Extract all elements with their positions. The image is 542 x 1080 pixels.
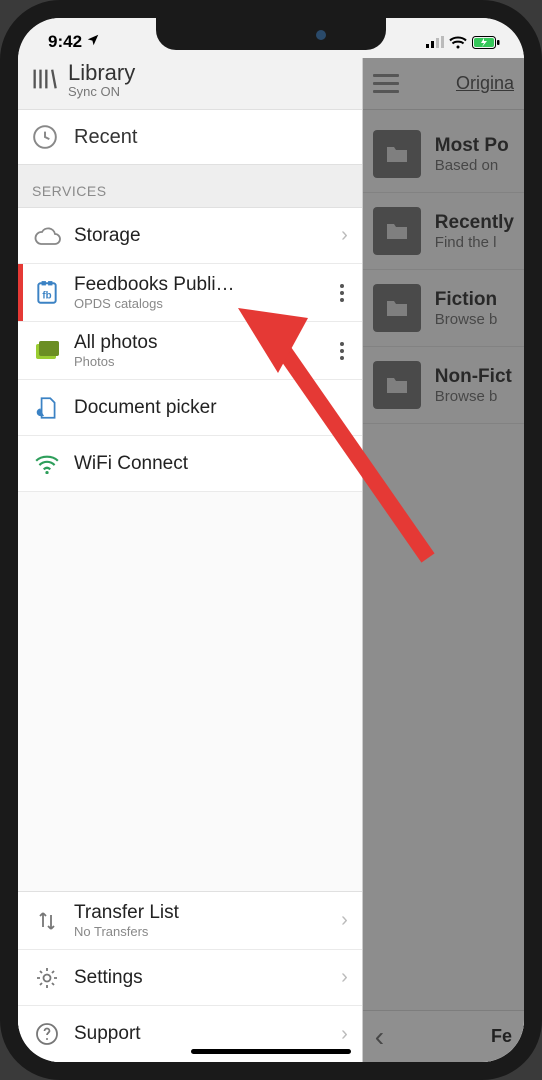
- category-list: Most PoBased on RecentlyFind the l Ficti…: [363, 110, 524, 424]
- header-link[interactable]: Origina: [456, 73, 514, 94]
- document-cloud-icon: [32, 395, 62, 421]
- category-item[interactable]: Non-FictBrowse b: [363, 347, 524, 424]
- main-content-pane: Origina Most PoBased on RecentlyFind the…: [363, 58, 524, 1062]
- cat-sub: Browse b: [435, 311, 498, 328]
- wifi-connect-icon: [32, 454, 62, 474]
- cat-sub: Find the l: [435, 234, 514, 251]
- service-document-picker[interactable]: Document picker: [18, 380, 362, 436]
- settings-label: Settings: [74, 967, 325, 989]
- app-logo-icon: [30, 65, 58, 98]
- storage-label: Storage: [74, 225, 325, 247]
- library-title: Library: [68, 62, 135, 84]
- photos-label: All photos: [74, 332, 320, 354]
- chevron-right-icon: ›: [337, 909, 352, 932]
- cloud-icon: [32, 226, 62, 246]
- feedbooks-label: Feedbooks Publi…: [74, 274, 320, 296]
- transfer-sub: No Transfers: [74, 924, 325, 939]
- wifi-label: WiFi Connect: [74, 453, 352, 475]
- home-indicator[interactable]: [191, 1049, 351, 1054]
- main-footer: ‹ Fe: [363, 1010, 524, 1062]
- chevron-right-icon: ›: [337, 1023, 352, 1046]
- service-photos[interactable]: All photos Photos: [18, 322, 362, 380]
- battery-icon: [472, 36, 500, 49]
- location-icon: [86, 32, 100, 52]
- cat-sub: Based on: [435, 157, 509, 174]
- sidebar: Library Sync ON Recent SERVICES Storage …: [18, 58, 363, 1062]
- chevron-right-icon: ›: [337, 966, 352, 989]
- transfer-icon: [32, 909, 62, 933]
- service-feedbooks[interactable]: fb Feedbooks Publi… OPDS catalogs: [18, 264, 362, 322]
- feedbooks-icon: fb: [32, 280, 62, 306]
- service-storage[interactable]: Storage ›: [18, 208, 362, 264]
- clock-icon: [30, 124, 60, 150]
- category-item[interactable]: RecentlyFind the l: [363, 193, 524, 270]
- category-item[interactable]: FictionBrowse b: [363, 270, 524, 347]
- sidebar-bottom: Transfer List No Transfers › Settings ›: [18, 891, 362, 1062]
- support-label: Support: [74, 1023, 325, 1045]
- recent-label: Recent: [74, 126, 137, 149]
- cat-title: Non-Fict: [435, 366, 512, 388]
- folder-icon: [373, 207, 421, 255]
- services-section-header: SERVICES: [18, 165, 362, 207]
- sidebar-spacer: [18, 492, 362, 891]
- settings-row[interactable]: Settings ›: [18, 950, 362, 1006]
- cellular-signal-icon: [426, 36, 444, 48]
- cat-title: Recently: [435, 212, 514, 234]
- cat-title: Fiction: [435, 289, 498, 311]
- notch: [156, 18, 386, 50]
- hamburger-menu-icon[interactable]: [373, 74, 399, 93]
- cat-sub: Browse b: [435, 388, 512, 405]
- folder-icon: [373, 130, 421, 178]
- wifi-icon: [449, 36, 467, 49]
- transfer-label: Transfer List: [74, 902, 325, 924]
- main-header: Origina: [363, 58, 524, 110]
- photos-folder-icon: [32, 340, 62, 362]
- svg-text:fb: fb: [42, 290, 51, 301]
- recent-row[interactable]: Recent: [18, 109, 362, 165]
- phone-frame: 9:42 Library: [0, 0, 542, 1080]
- feedbooks-sub: OPDS catalogs: [74, 296, 320, 311]
- help-icon: [32, 1022, 62, 1046]
- transfer-list-row[interactable]: Transfer List No Transfers ›: [18, 891, 362, 950]
- back-button[interactable]: ‹: [375, 1021, 384, 1053]
- services-list: Storage › fb Feedbooks Publi… OPDS catal…: [18, 207, 362, 492]
- highlight-marker: [18, 264, 23, 321]
- folder-icon: [373, 361, 421, 409]
- status-time: 9:42: [48, 32, 82, 52]
- gear-icon: [32, 966, 62, 990]
- library-sync-status: Sync ON: [68, 84, 135, 99]
- library-header[interactable]: Library Sync ON: [18, 58, 362, 109]
- more-menu-icon[interactable]: [332, 342, 352, 360]
- service-wifi-connect[interactable]: WiFi Connect: [18, 436, 362, 492]
- chevron-right-icon: ›: [337, 224, 352, 247]
- folder-icon: [373, 284, 421, 332]
- screen: 9:42 Library: [18, 18, 524, 1062]
- footer-title: Fe: [491, 1026, 512, 1047]
- photos-sub: Photos: [74, 354, 320, 369]
- category-item[interactable]: Most PoBased on: [363, 116, 524, 193]
- docpicker-label: Document picker: [74, 397, 352, 419]
- more-menu-icon[interactable]: [332, 284, 352, 302]
- cat-title: Most Po: [435, 135, 509, 157]
